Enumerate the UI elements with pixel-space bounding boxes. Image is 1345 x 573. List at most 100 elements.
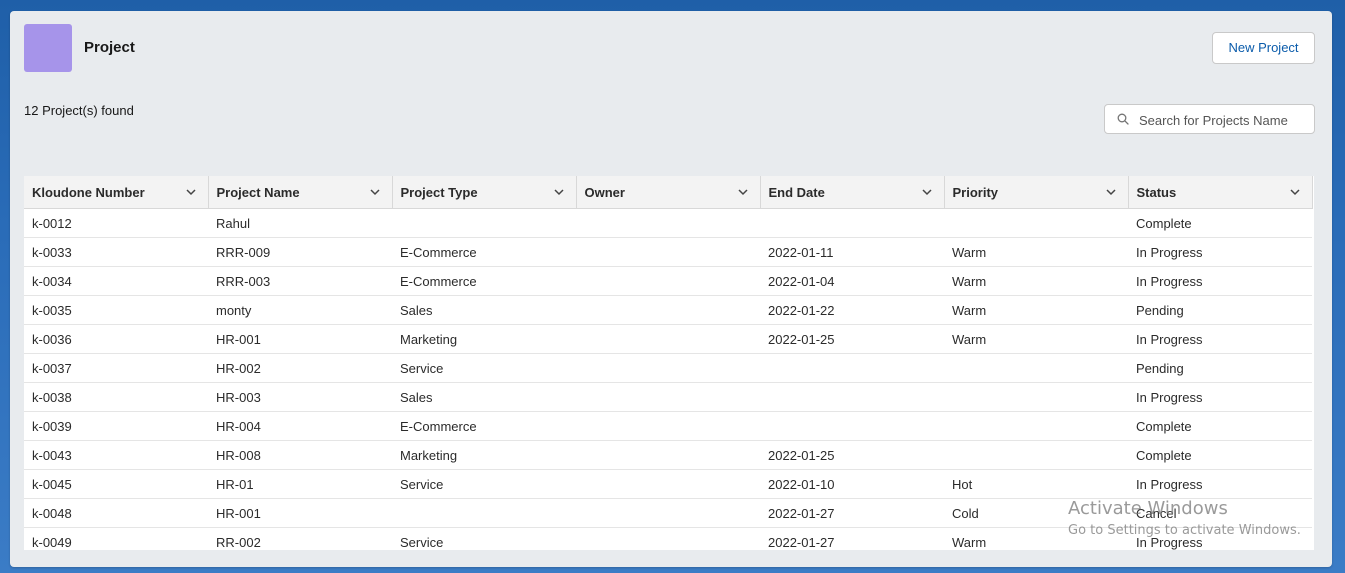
- table-cell: HR-008: [208, 440, 392, 470]
- table-cell: [576, 411, 760, 441]
- table-cell: Service: [392, 353, 576, 383]
- table-cell: 2022-01-22: [760, 295, 944, 325]
- table-cell: [760, 382, 944, 412]
- table-cell: Rahul: [208, 208, 392, 238]
- chevron-down-icon[interactable]: [1289, 187, 1300, 197]
- table-cell: [576, 266, 760, 296]
- table-row: k-0037 HR-002 Service Pending: [24, 353, 1312, 383]
- table-cell: k-0045: [24, 469, 208, 499]
- table-cell: [944, 382, 1128, 412]
- table-cell: Hot: [944, 469, 1128, 499]
- table-cell: [760, 353, 944, 383]
- table-cell: RRR-003: [208, 266, 392, 296]
- table-cell: HR-002: [208, 353, 392, 383]
- table-row: k-0045 HR-01 Service 2022-01-10 Hot In Progre…: [24, 469, 1312, 499]
- project-object-icon: [24, 24, 72, 72]
- column-header[interactable]: End Date: [760, 176, 945, 209]
- table-cell: In Progress: [1128, 237, 1312, 267]
- table-row: k-0012 Rahul Complete: [24, 208, 1312, 238]
- table-cell: E-Commerce: [392, 411, 576, 441]
- table-cell: [576, 469, 760, 499]
- table-cell: RRR-009: [208, 237, 392, 267]
- table-cell: [576, 208, 760, 238]
- table-cell: Warm: [944, 266, 1128, 296]
- column-header[interactable]: Priority: [944, 176, 1129, 209]
- table-cell: k-0037: [24, 353, 208, 383]
- chevron-down-icon[interactable]: [185, 187, 196, 197]
- table-cell: In Progress: [1128, 469, 1312, 499]
- table-cell: [760, 208, 944, 238]
- table-cell: E-Commerce: [392, 237, 576, 267]
- table-cell: In Progress: [1128, 324, 1312, 354]
- table-cell: [576, 237, 760, 267]
- table-cell: Sales: [392, 382, 576, 412]
- chevron-down-icon[interactable]: [921, 187, 932, 197]
- table-cell: [576, 353, 760, 383]
- table-cell: k-0036: [24, 324, 208, 354]
- table-header-row: Kloudone Number Project Name Project Type O…: [24, 176, 1313, 209]
- chevron-down-icon[interactable]: [737, 187, 748, 197]
- table-cell: In Progress: [1128, 382, 1312, 412]
- chevron-down-icon[interactable]: [1105, 187, 1116, 197]
- column-header-label: Project Name: [216, 184, 300, 200]
- table-cell: [576, 295, 760, 325]
- table-row: k-0049 RR-002 Service 2022-01-27 Warm In Prog…: [24, 527, 1312, 550]
- column-header-label: Project Type: [400, 184, 478, 200]
- table-cell: [392, 498, 576, 528]
- record-count: 12 Project(s) found: [24, 103, 134, 118]
- table-cell: Pending: [1128, 353, 1312, 383]
- table-cell: HR-003: [208, 382, 392, 412]
- table-cell: Cancel: [1128, 498, 1312, 528]
- table-cell: [944, 440, 1128, 470]
- column-header[interactable]: Project Type: [392, 176, 577, 209]
- table-cell: Warm: [944, 527, 1128, 550]
- table-cell: 2022-01-10: [760, 469, 944, 499]
- search-box[interactable]: [1104, 104, 1315, 135]
- table-cell: Service: [392, 527, 576, 550]
- table-row: k-0036 HR-001 Marketing 2022-01-25 Warm In Pr…: [24, 324, 1312, 354]
- chevron-down-icon[interactable]: [553, 187, 564, 197]
- table-cell: Cold: [944, 498, 1128, 528]
- table-cell: Complete: [1128, 208, 1312, 238]
- table-row: k-0038 HR-003 Sales In Progress: [24, 382, 1312, 412]
- table-cell: In Progress: [1128, 527, 1312, 550]
- table-cell: [576, 324, 760, 354]
- table-cell: 2022-01-25: [760, 440, 944, 470]
- table-row: k-0033 RRR-009 E-Commerce 2022-01-11 Warm In …: [24, 237, 1312, 267]
- column-header[interactable]: Owner: [576, 176, 761, 209]
- table-cell: k-0048: [24, 498, 208, 528]
- page-title: Project: [84, 39, 135, 56]
- table-cell: HR-004: [208, 411, 392, 441]
- table-cell: 2022-01-04: [760, 266, 944, 296]
- new-project-button[interactable]: New Project: [1212, 32, 1315, 64]
- column-header-label: End Date: [768, 184, 825, 200]
- column-header[interactable]: Kloudone Number: [24, 176, 209, 209]
- column-header-label: Priority: [952, 184, 999, 200]
- table-row: k-0034 RRR-003 E-Commerce 2022-01-04 Warm In …: [24, 266, 1312, 296]
- table-cell: k-0033: [24, 237, 208, 267]
- column-header[interactable]: Status: [1128, 176, 1313, 209]
- table-cell: monty: [208, 295, 392, 325]
- table-cell: Warm: [944, 324, 1128, 354]
- table-cell: k-0012: [24, 208, 208, 238]
- table-cell: k-0035: [24, 295, 208, 325]
- table-cell: Marketing: [392, 440, 576, 470]
- table-cell: E-Commerce: [392, 266, 576, 296]
- table-cell: 2022-01-27: [760, 498, 944, 528]
- column-header[interactable]: Project Name: [208, 176, 393, 209]
- search-icon: [1117, 113, 1129, 125]
- table-cell: [576, 498, 760, 528]
- table-cell: [944, 411, 1128, 441]
- chevron-down-icon[interactable]: [369, 187, 380, 197]
- table-cell: Service: [392, 469, 576, 499]
- table-row: k-0043 HR-008 Marketing 2022-01-25 Complete: [24, 440, 1312, 470]
- table-cell: Complete: [1128, 440, 1312, 470]
- column-header-label: Status: [1136, 184, 1177, 200]
- table-cell: HR-01: [208, 469, 392, 499]
- table-cell: k-0049: [24, 527, 208, 550]
- project-card: Project New Project 12 Project(s) found …: [10, 11, 1332, 567]
- table-cell: k-0043: [24, 440, 208, 470]
- column-header-label: Kloudone Number: [32, 184, 145, 200]
- table-cell: Complete: [1128, 411, 1312, 441]
- search-input[interactable]: [1137, 105, 1311, 135]
